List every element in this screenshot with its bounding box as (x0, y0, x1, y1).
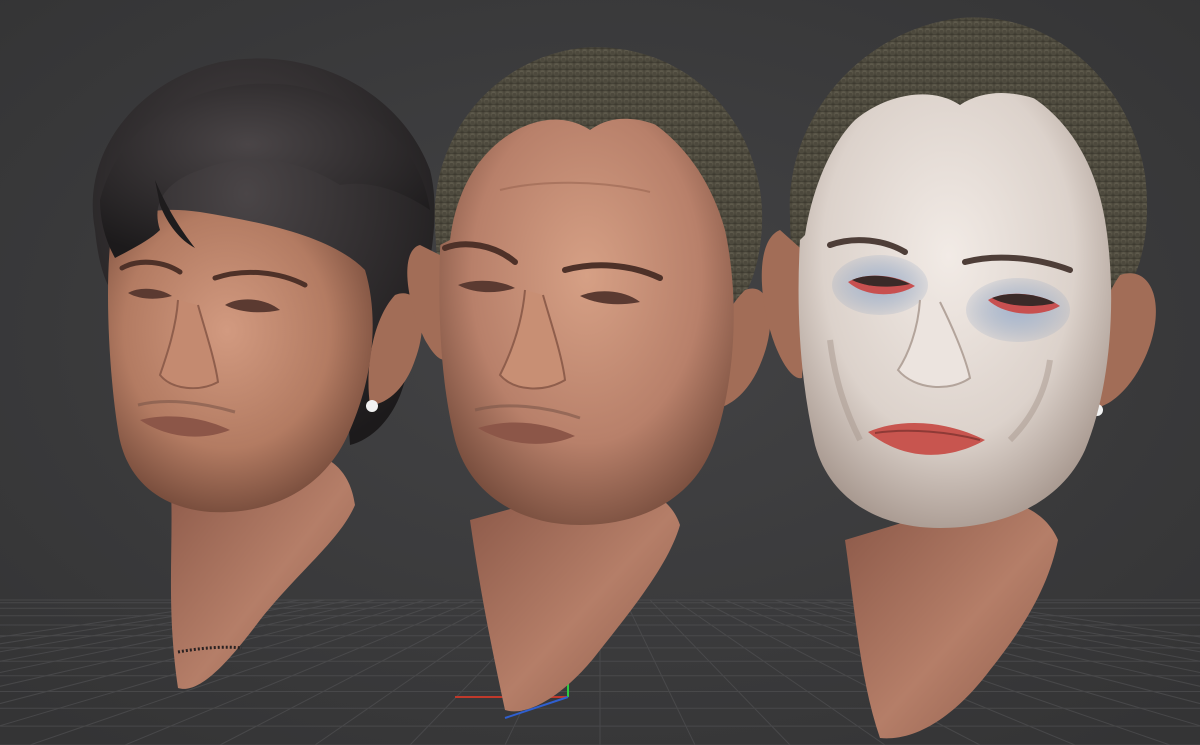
3d-viewport[interactable] (0, 0, 1200, 745)
viewport-canvas[interactable] (0, 0, 1200, 745)
earring (366, 400, 378, 412)
face (439, 94, 734, 525)
